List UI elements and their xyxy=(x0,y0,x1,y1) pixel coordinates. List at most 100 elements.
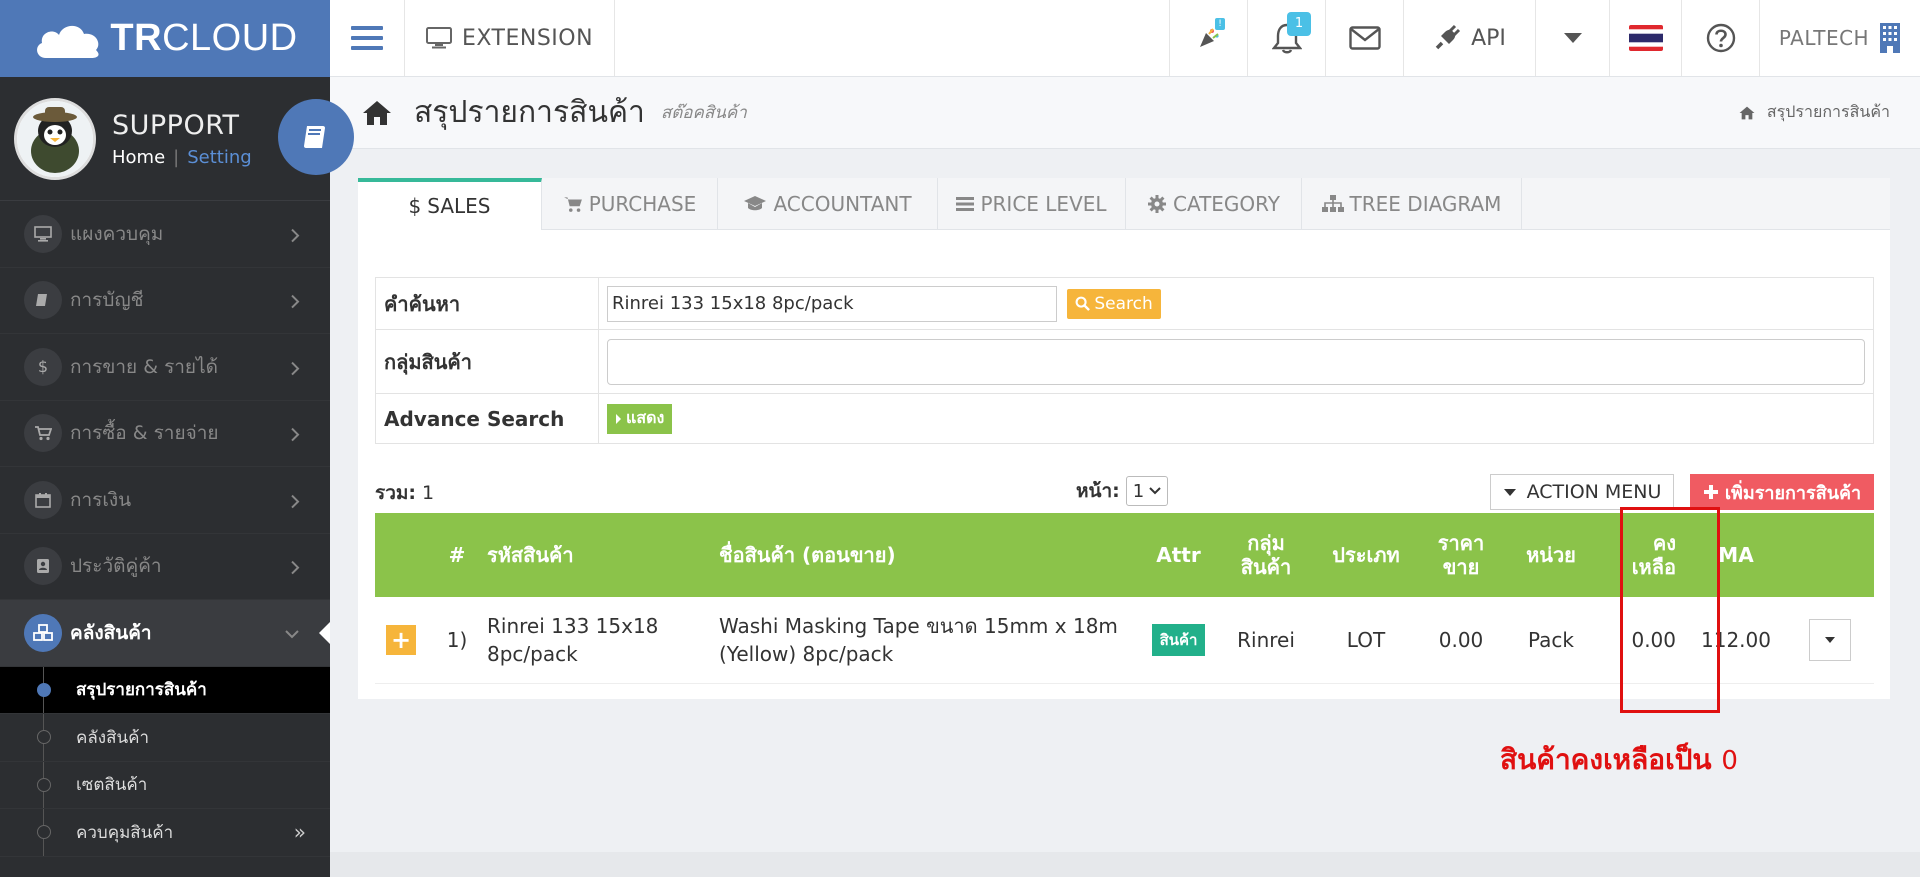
page-subtitle: สต๊อคสินค้า xyxy=(660,103,747,123)
sidebar-item-inventory[interactable]: คลังสินค้า xyxy=(0,600,330,667)
sidebar-subitem-product-summary[interactable]: สรุปรายการสินค้า xyxy=(0,666,330,714)
party-button[interactable]: ! xyxy=(1170,0,1248,76)
show-advance-button[interactable]: แสดง xyxy=(607,403,673,434)
chevron-right-icon xyxy=(291,361,300,376)
product-code-link[interactable]: Rinrei 133 15x18 8pc/pack xyxy=(487,597,719,684)
product-name: Washi Masking Tape ขนาด 15mm x 18m (Yello… xyxy=(719,597,1141,684)
company-label: PALTECH xyxy=(1778,26,1870,50)
caret-down-icon xyxy=(1825,636,1835,643)
notification-button[interactable]: 1 xyxy=(1248,0,1326,76)
tab-label: SALES xyxy=(427,194,491,218)
row-action-dropdown[interactable] xyxy=(1809,618,1851,661)
cloud-icon xyxy=(37,25,99,58)
page-title: สรุปรายการสินค้า xyxy=(414,95,645,130)
keyword-label: คำค้นหา xyxy=(375,277,599,330)
gear-icon xyxy=(1147,195,1166,213)
chevron-down-icon xyxy=(1149,487,1161,495)
tab-category[interactable]: CATEGORY xyxy=(1126,178,1302,230)
penguin-avatar-icon xyxy=(17,100,93,177)
home-link[interactable]: Home xyxy=(112,147,165,168)
header-unit[interactable]: หน่วย xyxy=(1506,513,1596,597)
breadcrumb-home-icon[interactable] xyxy=(1739,106,1755,120)
show-advance-label: แสดง xyxy=(626,408,665,427)
attr-badge: สินค้า xyxy=(1151,623,1206,656)
cart-icon xyxy=(563,197,582,212)
product-type: LOT xyxy=(1316,597,1416,684)
logo-text-thin: CLOUD xyxy=(162,17,298,59)
annotation-text: สินค้าคงเหลือเป็น xyxy=(1500,743,1712,776)
sidebar-subitem-label: เซตสินค้า xyxy=(76,775,148,796)
party-badge: ! xyxy=(1215,18,1225,30)
setting-link[interactable]: Setting xyxy=(187,147,251,168)
chevron-right-icon xyxy=(291,561,300,575)
search-button[interactable]: Search xyxy=(1067,288,1161,319)
add-product-label: เพิ่มรายการสินค้า xyxy=(1724,482,1862,504)
row-num: 1) xyxy=(427,597,487,684)
chevron-right-icon xyxy=(291,494,300,509)
contact-icon xyxy=(24,547,62,586)
manual-button[interactable] xyxy=(278,99,354,175)
company-user-button[interactable]: PALTECH xyxy=(1760,0,1920,76)
double-chevron-right-icon: » xyxy=(293,820,306,845)
language-button[interactable] xyxy=(1610,0,1682,76)
link-separator: | xyxy=(173,146,180,168)
add-product-button[interactable]: เพิ่มรายการสินค้า xyxy=(1690,474,1874,510)
sidebar-item-purchase[interactable]: การซื้อ & รายจ่าย xyxy=(0,401,330,467)
chevron-right-icon xyxy=(291,428,300,442)
graduation-cap-icon xyxy=(744,196,767,211)
api-button[interactable]: API xyxy=(1404,0,1536,76)
more-dropdown-button[interactable] xyxy=(1536,0,1610,76)
sidebar-subitem-product-set[interactable]: เซตสินค้า xyxy=(0,761,330,809)
app-logo[interactable]: TR CLOUD xyxy=(0,0,330,77)
sidebar-subitem-label: สรุปรายการสินค้า xyxy=(76,680,207,701)
sitemap-icon xyxy=(1321,195,1344,212)
header-num[interactable]: # xyxy=(427,513,487,597)
sidebar-item-accounting[interactable]: การบัญชี xyxy=(0,268,330,334)
avatar[interactable] xyxy=(14,97,96,180)
header-group[interactable]: กลุ่ม สินค้า xyxy=(1216,513,1316,597)
tab-sales[interactable]: $ SALES xyxy=(358,178,542,230)
tab-label: CATEGORY xyxy=(1172,192,1281,216)
remaining-highlight-box xyxy=(1620,507,1720,713)
sidebar-item-label: การเงิน xyxy=(70,488,132,511)
list-icon xyxy=(956,197,975,211)
header-type[interactable]: ประเภท xyxy=(1316,513,1416,597)
total-label: รวม: xyxy=(375,482,416,504)
help-button[interactable] xyxy=(1682,0,1760,76)
messages-button[interactable] xyxy=(1326,0,1404,76)
sidebar-subitem-product-control[interactable]: ควบคุมสินค้า » xyxy=(0,809,330,857)
total-value: 1 xyxy=(422,482,435,504)
notification-count-badge: 1 xyxy=(1287,12,1311,36)
header-name[interactable]: ชื่อสินค้า (ตอนขาย) xyxy=(719,513,1141,597)
api-label: API xyxy=(1471,25,1506,51)
sidebar-subitem-warehouse[interactable]: คลังสินค้า xyxy=(0,714,330,762)
tab-price-level[interactable]: PRICE LEVEL xyxy=(938,178,1126,230)
tab-label: ACCOUNTANT xyxy=(773,192,912,216)
home-icon[interactable] xyxy=(362,100,392,126)
question-circle-icon xyxy=(1706,23,1735,53)
keyword-input[interactable]: Rinrei 133 15x18 8pc/pack xyxy=(607,285,1057,322)
page-select[interactable]: 1 xyxy=(1125,476,1168,506)
header-price[interactable]: ราคา ขาย xyxy=(1416,513,1506,597)
breadcrumb-current: สรุปรายการสินค้า xyxy=(1766,102,1890,121)
expand-row-button[interactable]: + xyxy=(386,624,416,655)
extension-button[interactable]: EXTENSION xyxy=(405,0,615,76)
header-attr[interactable]: Attr xyxy=(1141,513,1216,597)
product-group-input[interactable] xyxy=(607,338,1865,385)
search-form: คำค้นหา Rinrei 133 15x18 8pc/pack Search… xyxy=(375,277,1874,444)
header-code[interactable]: รหัสสินค้า xyxy=(487,513,719,597)
sidebar-item-contacts[interactable]: ประวัติคู่ค้า xyxy=(0,534,330,600)
sidebar-subitem-label: คลังสินค้า xyxy=(76,727,150,748)
product-group: Rinrei xyxy=(1216,597,1316,684)
caret-down-icon xyxy=(1503,488,1516,496)
calendar-icon xyxy=(24,480,62,519)
sidebar-item-sales[interactable]: $ การขาย & รายได้ xyxy=(0,334,330,401)
tab-tree-diagram[interactable]: TREE DIAGRAM xyxy=(1302,178,1522,230)
tab-label: PRICE LEVEL xyxy=(980,192,1107,216)
tab-purchase[interactable]: PURCHASE xyxy=(542,178,718,230)
sidebar-item-finance[interactable]: การเงิน xyxy=(0,467,330,534)
tab-accountant[interactable]: ACCOUNTANT xyxy=(718,178,938,230)
action-menu-button[interactable]: ACTION MENU xyxy=(1490,474,1674,510)
menu-toggle-button[interactable] xyxy=(330,0,405,76)
sidebar-item-dashboard[interactable]: แผงควบคุม xyxy=(0,201,330,268)
